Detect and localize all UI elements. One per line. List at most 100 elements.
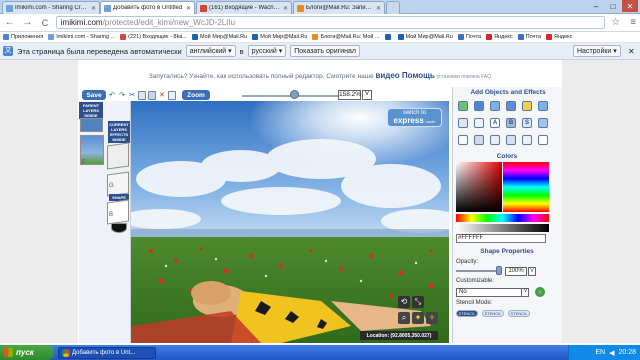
zoom-button[interactable]: Zoom [182, 90, 210, 100]
zoom-slider-handle[interactable] [290, 90, 299, 99]
close-tab-icon[interactable]: ✕ [186, 5, 191, 12]
star-icon[interactable] [474, 118, 484, 128]
square-icon[interactable] [458, 118, 468, 128]
parent-layer-thumbnail[interactable] [80, 118, 103, 132]
browser-tab-blogs[interactable]: Блоги@Mail.Ru: Запись но ✕ [293, 1, 385, 14]
zoom-value-field[interactable]: 158.2% [338, 90, 361, 100]
bookmark-item[interactable]: Почта [517, 34, 541, 40]
copy-icon[interactable] [138, 90, 146, 100]
crop-icon[interactable] [168, 90, 176, 100]
show-original-button[interactable]: Показать оригинал [290, 45, 360, 57]
hue-spectrum[interactable] [503, 162, 549, 212]
zoom-dropdown[interactable]: V [362, 90, 372, 100]
taskbar-task-chrome[interactable]: Добавить фото в Unt... [58, 346, 156, 359]
settings-label: Настройки [577, 47, 612, 55]
back-button[interactable]: ← [3, 16, 17, 30]
switch-to-express-button[interactable]: switch to express mode [387, 108, 442, 127]
effect-layer-thumbnail[interactable] [107, 142, 129, 170]
close-tab-icon[interactable]: ✕ [283, 5, 288, 12]
bookmark-item[interactable]: Яндекс [486, 34, 513, 40]
new-tab-button[interactable] [386, 1, 400, 14]
magnify-icon[interactable]: ⌕ [398, 312, 410, 324]
speech-icon[interactable] [506, 135, 516, 145]
bookmark-item[interactable]: Мой Мир@Mail.Ru [397, 34, 453, 40]
close-translate-icon[interactable]: ✕ [628, 47, 635, 56]
paste-icon[interactable] [148, 90, 156, 100]
rectangle-icon[interactable] [474, 101, 484, 111]
forward-button[interactable]: → [21, 16, 35, 30]
target-language-select[interactable]: русский ▾ [247, 45, 287, 57]
effects-icon[interactable]: ✦ [412, 312, 424, 324]
shape-black-thumbnail[interactable] [111, 223, 127, 233]
layer-letter-f: F [82, 160, 86, 166]
stencil-button-3[interactable]: STENCIL [508, 310, 530, 317]
close-tab-icon[interactable]: ✕ [376, 5, 381, 12]
menu-icon[interactable]: ≡ [626, 16, 640, 30]
volume-icon[interactable]: ◀ [609, 349, 614, 357]
stencil-button-1[interactable]: STENCIL [456, 310, 478, 317]
bookmark-item[interactable]: Блоги@Mail.Ru: Мой ... [312, 34, 380, 40]
gear-icon[interactable] [474, 135, 484, 145]
bookmark-item[interactable]: Почта [457, 34, 481, 40]
opacity-slider-handle[interactable] [496, 266, 502, 275]
source-language-select[interactable]: английский ▾ [185, 45, 236, 57]
close-tab-icon[interactable]: ✕ [91, 5, 96, 12]
color-field[interactable] [456, 162, 502, 212]
bookmark-favicon-icon [3, 34, 9, 40]
cloud-icon[interactable] [506, 101, 516, 111]
letter-s-icon[interactable]: S [522, 118, 532, 128]
star-icon[interactable]: ☆ [609, 16, 623, 30]
opacity-value[interactable]: 100% [505, 267, 527, 276]
plugin-faq-link[interactable]: установки плагина FAQ [437, 74, 491, 80]
hex-color-input[interactable]: #FFFFFF [456, 234, 546, 243]
frame-icon[interactable] [538, 118, 548, 128]
hue-bar[interactable] [456, 214, 549, 222]
letter-b-icon[interactable]: B [506, 118, 516, 128]
text-icon[interactable] [522, 101, 532, 111]
translate-settings-button[interactable]: Настройки ▾ [573, 45, 621, 57]
bookmark-item[interactable]: Мой Мир@Mail.Ru [191, 34, 247, 40]
globe-icon[interactable] [535, 287, 545, 297]
bookmark-item[interactable]: Мой Мир@Mail.Ru [252, 34, 307, 40]
stencil-button-2[interactable]: STENCIL [482, 310, 504, 317]
ellipse-icon[interactable] [490, 101, 500, 111]
rotate-handle-icon[interactable]: ⟲ [398, 296, 410, 308]
note-icon[interactable] [538, 135, 548, 145]
bookmark-item[interactable]: (221) Входящие - 8ka... [120, 34, 187, 40]
sparkle-icon[interactable]: ✧ [426, 312, 438, 324]
save-button[interactable]: Save [82, 90, 106, 100]
bookmark-item[interactable]: Imikimi.com - Sharing ... [48, 34, 115, 40]
start-button[interactable]: пуск [0, 345, 54, 360]
resize-handle-icon[interactable]: ⤡ [412, 296, 424, 308]
circle-icon[interactable] [458, 135, 468, 145]
express-line-3: mode [425, 119, 436, 124]
customizable-select[interactable]: No [456, 288, 529, 297]
minimize-icon[interactable]: – [588, 0, 604, 12]
brightness-bar[interactable] [456, 224, 549, 232]
maximize-icon[interactable]: □ [605, 0, 621, 12]
reload-button[interactable]: C [38, 16, 52, 30]
bookmark-item[interactable]: Приложения [3, 34, 43, 40]
redo-icon[interactable]: ↷ [118, 91, 126, 100]
browser-tab-inbox[interactable]: (161) Входящие - Wacheva ✕ [196, 1, 292, 14]
bookmark-label: Почта [525, 34, 541, 40]
picture-icon[interactable] [458, 101, 468, 111]
bookmark-item[interactable] [384, 34, 393, 40]
close-window-icon[interactable]: ✕ [622, 0, 638, 12]
language-indicator[interactable]: EN [595, 349, 605, 356]
opacity-dropdown[interactable]: V [528, 267, 536, 276]
letter-a-icon[interactable]: A [490, 118, 500, 128]
address-bar[interactable]: imikimi.com/protected/edit_kimi/new_WcJD… [55, 16, 605, 29]
speech-bubble-icon[interactable] [522, 135, 532, 145]
delete-icon[interactable]: ✕ [158, 91, 166, 100]
cut-icon[interactable]: ✂ [128, 91, 136, 100]
browser-tab-add-photo[interactable]: Добавить фото в Untitled ✕ [100, 1, 195, 14]
help-video-link[interactable]: видео Помощь [375, 71, 434, 80]
undo-icon[interactable]: ↶ [108, 91, 116, 100]
browser-tab-imikimi[interactable]: Imikimi.com - Sharing Creat ✕ [2, 1, 100, 14]
fill-icon[interactable] [490, 135, 500, 145]
customizable-dropdown-icon[interactable]: V [521, 288, 529, 297]
bookmark-item[interactable]: Яндекс [545, 34, 572, 40]
filter-icon[interactable] [538, 101, 548, 111]
start-label: пуск [16, 348, 34, 357]
